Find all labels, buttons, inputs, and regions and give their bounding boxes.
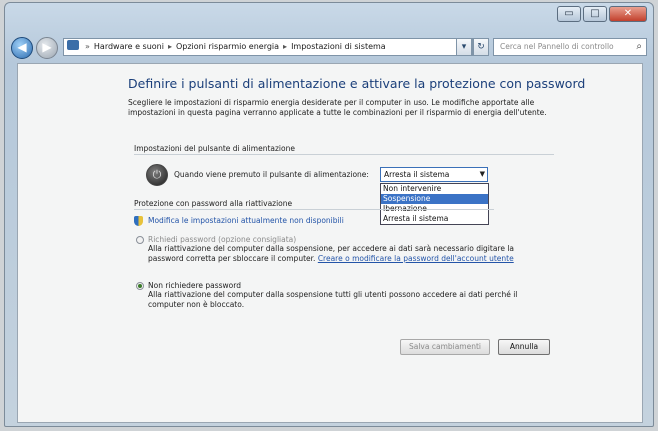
power-section-divider [134, 154, 554, 155]
address-bar[interactable]: » Hardware e suoni ▸ Opzioni risparmio ener… [63, 38, 473, 56]
breadcrumb-hardware[interactable]: Hardware e suoni [94, 42, 164, 51]
content-pane: Definire i pulsanti di alimentazione e a… [17, 63, 643, 423]
minimize-button[interactable]: ▭ [557, 6, 581, 22]
no-password-label: Non richiedere password [148, 281, 241, 290]
no-password-description: Alla riattivazione del computer dalla so… [148, 290, 518, 309]
option-arresta-sistema[interactable]: Arresta il sistema [381, 214, 488, 224]
control-panel-window: ▭ □ ✕ ◀ ▶ » Hardware e suoni ▸ Opzioni risp… [4, 2, 654, 427]
back-button[interactable]: ◀ [11, 37, 33, 59]
option-sospensione[interactable]: Sospensione [381, 194, 488, 204]
control-panel-icon [67, 40, 79, 50]
create-password-link[interactable]: Creare o modificare la password dell'acc… [318, 254, 514, 263]
power-action-dropdown: Non intervenire Sospensione Ibernazione … [380, 183, 489, 225]
search-placeholder: Cerca nel Pannello di controllo [500, 42, 614, 51]
power-question-label: Quando viene premuto il pulsante di alim… [174, 170, 369, 179]
breadcrumb-system-settings[interactable]: Impostazioni di sistema [291, 42, 386, 51]
power-section-label: Impostazioni del pulsante di alimentazio… [134, 144, 295, 153]
search-input[interactable]: Cerca nel Pannello di controllo ⌕ [493, 38, 647, 56]
change-settings-link[interactable]: Modifica le impostazioni attualmente non… [148, 216, 344, 225]
password-section-divider [134, 209, 494, 210]
no-password-radio[interactable] [136, 282, 144, 290]
page-title: Definire i pulsanti di alimentazione e a… [128, 76, 586, 91]
require-password-radio[interactable] [136, 236, 144, 244]
window-caption-buttons: ▭ □ ✕ [557, 6, 647, 22]
password-section-label: Protezione con password alla riattivazio… [134, 199, 293, 208]
breadcrumb-power-options[interactable]: Opzioni risparmio energia [176, 42, 279, 51]
close-button[interactable]: ✕ [609, 6, 647, 22]
option-non-intervenire[interactable]: Non intervenire [381, 184, 488, 194]
forward-button[interactable]: ▶ [36, 37, 58, 59]
navigation-bar: ◀ ▶ » Hardware e suoni ▸ Opzioni risparmio … [11, 36, 647, 60]
uac-shield-icon [134, 216, 143, 226]
power-action-select[interactable]: Arresta il sistema ▼ [380, 167, 488, 182]
power-action-selected: Arresta il sistema [384, 170, 450, 179]
require-password-label: Richiedi password (opzione consigliata) [148, 235, 297, 244]
search-icon[interactable]: ⌕ [636, 39, 642, 55]
save-button[interactable]: Salva cambiamenti [400, 339, 490, 355]
refresh-button[interactable]: ↻ [473, 38, 489, 56]
address-history-button[interactable]: ▾ [456, 38, 472, 56]
power-button-icon: ⏻ [146, 164, 168, 186]
require-password-description: Alla riattivazione del computer dalla so… [148, 244, 548, 264]
page-description: Scegliere le impostazioni di risparmio e… [128, 98, 547, 117]
cancel-button[interactable]: Annulla [498, 339, 550, 355]
maximize-button[interactable]: □ [583, 6, 607, 22]
chevron-down-icon: ▼ [479, 170, 485, 178]
